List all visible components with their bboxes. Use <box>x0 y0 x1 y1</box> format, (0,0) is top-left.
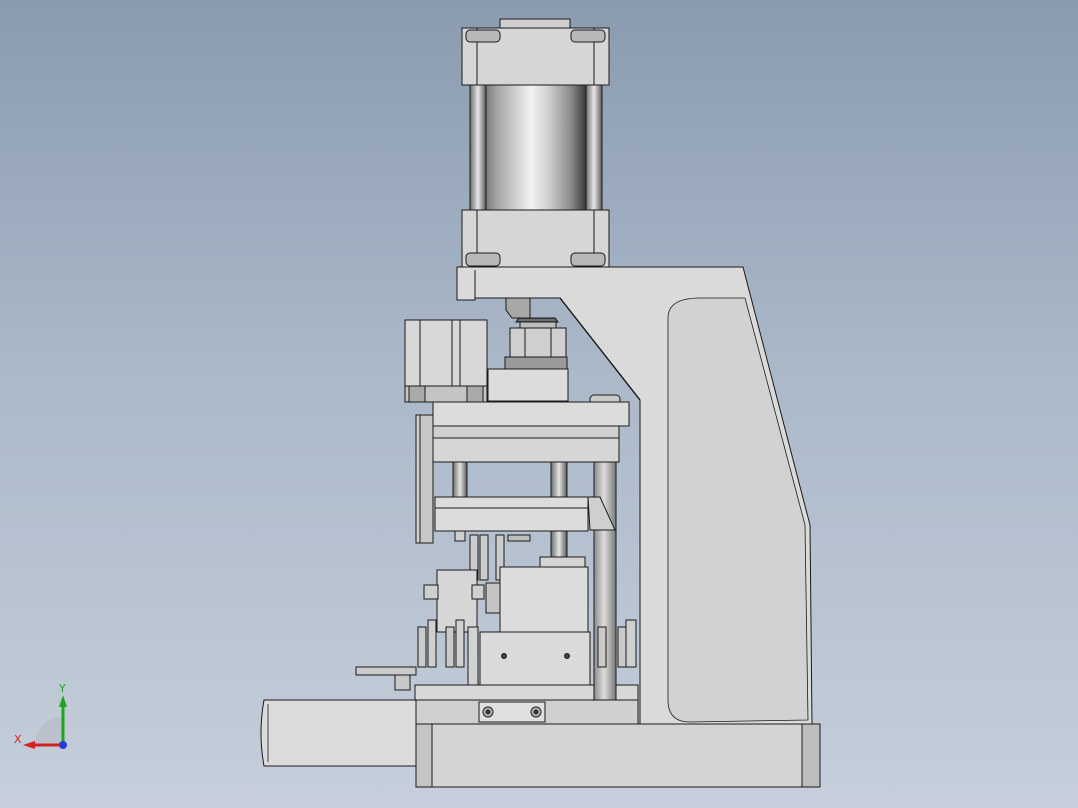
x-axis-head <box>23 741 35 749</box>
guide-pin <box>452 461 468 498</box>
base-plate[interactable] <box>415 723 821 788</box>
side-valve-block[interactable] <box>404 319 488 403</box>
bolt-socket <box>485 709 491 715</box>
pneumatic-cylinder[interactable] <box>461 18 610 268</box>
z-axis-dot <box>59 741 67 749</box>
ram-collar <box>504 356 568 370</box>
screw-hole <box>501 653 507 659</box>
tie-rod <box>469 84 487 211</box>
ram-block <box>487 368 569 402</box>
triad-plane <box>35 717 63 745</box>
screw-hole <box>564 653 570 659</box>
guide-pin <box>550 461 568 498</box>
tie-rod <box>585 84 603 211</box>
y-axis-head <box>59 695 67 707</box>
ram-nose <box>505 297 531 319</box>
punch-ram[interactable] <box>487 297 569 402</box>
bolt-socket <box>533 709 539 715</box>
hex-nut <box>509 327 567 358</box>
tie-rod-nut <box>570 252 606 267</box>
graphics-viewport[interactable]: Y X <box>0 0 1078 808</box>
tie-rod-nut <box>465 29 501 43</box>
frame-recess <box>667 297 809 723</box>
spring-coil <box>515 317 559 323</box>
x-axis-label: X <box>14 733 22 746</box>
feed-rail[interactable] <box>355 666 417 676</box>
tie-rod-nut <box>465 252 501 267</box>
cylinder-barrel <box>485 84 587 211</box>
handle-housing[interactable] <box>260 699 417 767</box>
tie-rod-nut <box>570 29 606 43</box>
cad-model-view[interactable]: Y X <box>0 0 1078 808</box>
y-axis-label: Y <box>58 682 66 695</box>
rail-bracket <box>394 674 411 691</box>
stripper-plate[interactable] <box>434 496 616 542</box>
axis-triad: Y X <box>14 682 67 749</box>
